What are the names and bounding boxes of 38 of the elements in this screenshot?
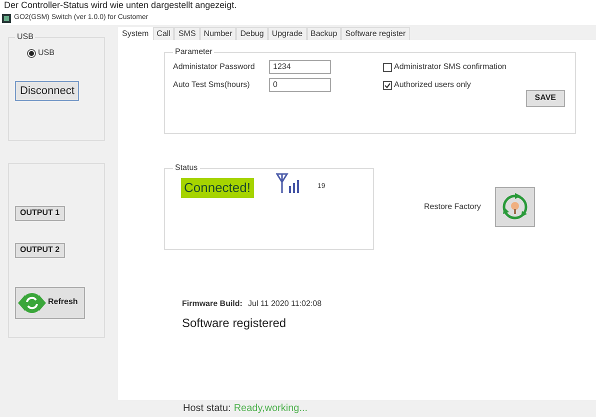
tab[interactable]: SMS <box>174 26 200 40</box>
tab[interactable]: Backup <box>306 26 342 40</box>
group-title: Status <box>174 164 199 172</box>
tab[interactable]: Call <box>152 26 174 40</box>
input-field[interactable]: 0 <box>269 78 331 92</box>
status-value: Ready,working... <box>234 402 308 416</box>
group-title: Parameter <box>174 48 214 56</box>
disconnect-button[interactable]: Disconnect <box>15 81 80 102</box>
refresh-button[interactable]: Refresh <box>15 286 85 319</box>
app-icon <box>2 14 11 22</box>
connection-status: Connected! <box>181 178 254 198</box>
restore-factory-label: Restore Factory <box>424 201 481 213</box>
radio-button[interactable] <box>27 48 36 58</box>
restore-factory-button[interactable] <box>494 187 535 227</box>
status-label: Host statu: <box>183 402 231 416</box>
field-label: Auto Test Sms(hours) <box>173 79 251 91</box>
input-field[interactable]: 1234 <box>269 60 331 74</box>
radio-label: USB <box>38 47 54 59</box>
tab[interactable]: Debug <box>236 26 268 40</box>
checkbox[interactable] <box>383 80 392 90</box>
firmware-label: Firmware Build: <box>182 298 244 310</box>
tab[interactable]: System <box>118 26 153 40</box>
group-title: USB <box>16 33 34 41</box>
field-label: Administator Password <box>173 61 256 73</box>
save-button[interactable]: SAVE <box>526 90 565 107</box>
registration-status: Software registered <box>182 315 286 332</box>
tab[interactable]: Number <box>200 26 236 40</box>
firmware-value: Jul 11 2020 11:02:08 <box>248 298 322 310</box>
checkbox-label: Authorized users only <box>394 79 471 91</box>
output-button[interactable]: OUTPUT 1 <box>15 206 65 221</box>
checkbox-label: Administrator SMS confirmation <box>394 61 506 73</box>
output-button[interactable]: OUTPUT 2 <box>15 242 65 258</box>
tab[interactable]: Software register <box>341 26 410 40</box>
checkbox[interactable] <box>383 62 392 72</box>
caption-text: Der Controller-Status wird wie unten dargestellt angezeigt. <box>3 0 238 11</box>
refresh-icon <box>18 290 46 315</box>
tab[interactable]: Upgrade <box>268 26 307 40</box>
signal-icon <box>276 172 302 194</box>
